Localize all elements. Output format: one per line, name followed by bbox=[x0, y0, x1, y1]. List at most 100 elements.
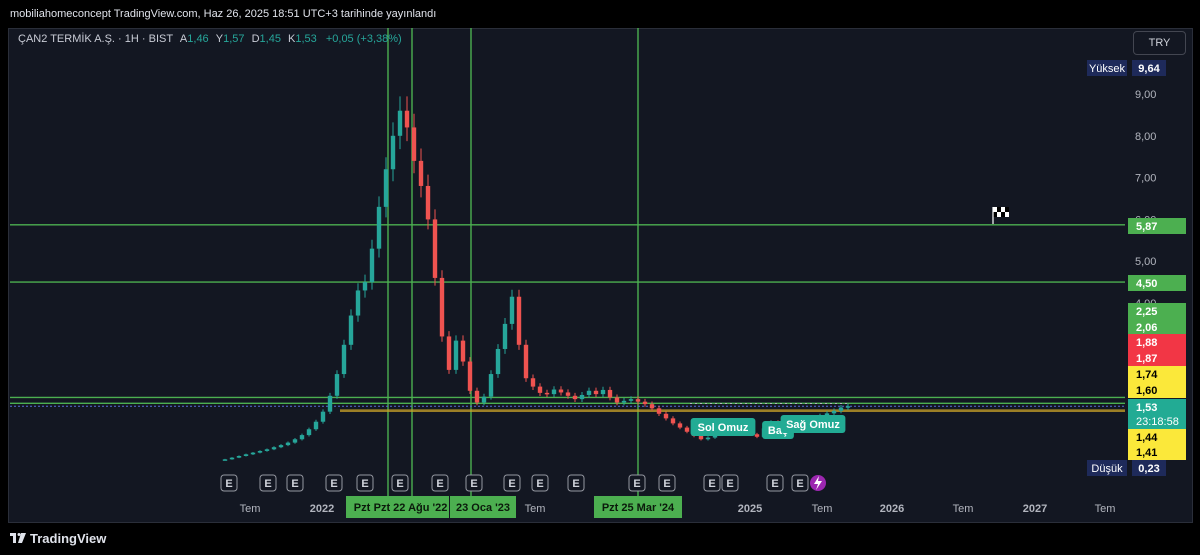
change-value: +0,05 (+3,38%) bbox=[325, 33, 402, 45]
candle-body bbox=[453, 340, 459, 370]
footer-bar: TradingView bbox=[0, 523, 1200, 555]
flag-check bbox=[1005, 207, 1009, 212]
flag-check bbox=[1001, 212, 1005, 217]
candle-body bbox=[229, 457, 235, 460]
flag-check bbox=[997, 207, 1001, 212]
candle-body bbox=[523, 344, 529, 379]
price-axis-value: 2,25 bbox=[1136, 306, 1157, 318]
candle-body bbox=[278, 445, 284, 448]
extreme-label: Düşük bbox=[1091, 463, 1123, 475]
candle-body bbox=[418, 160, 424, 186]
earnings-marker-label: E bbox=[225, 478, 232, 490]
candle-body bbox=[614, 397, 620, 403]
earnings-marker-label: E bbox=[508, 478, 515, 490]
price-axis-value: 5,87 bbox=[1136, 221, 1157, 233]
extreme-value: 9,64 bbox=[1138, 63, 1160, 75]
symbol-name: ÇAN2 TERMİK A.Ş. · 1H · BIST bbox=[18, 33, 173, 45]
candle-body bbox=[222, 459, 228, 461]
earnings-marker-label: E bbox=[572, 478, 579, 490]
candle-body bbox=[285, 442, 291, 446]
currency-button[interactable]: TRY bbox=[1133, 31, 1186, 55]
candle-body bbox=[383, 169, 389, 207]
candle-body bbox=[432, 219, 438, 278]
candle-body bbox=[670, 418, 676, 424]
candle-body bbox=[754, 434, 760, 437]
earnings-marker-label: E bbox=[633, 478, 640, 490]
price-axis-value: 1,60 bbox=[1136, 385, 1157, 397]
high-label: Y bbox=[215, 33, 224, 45]
time-tick-label: 2025 bbox=[738, 503, 762, 515]
candle-body bbox=[642, 401, 648, 405]
time-tick-label: Tem bbox=[812, 503, 833, 515]
close-value: 1,53 bbox=[295, 33, 317, 45]
price-tick-label: 7,00 bbox=[1135, 173, 1156, 185]
candle-body bbox=[607, 389, 613, 398]
earnings-marker-label: E bbox=[796, 478, 803, 490]
time-tick-label: Tem bbox=[525, 503, 546, 515]
candle-body bbox=[327, 395, 333, 412]
price-tick-label: 9,00 bbox=[1135, 89, 1156, 101]
candle-body bbox=[264, 449, 270, 451]
candle-body bbox=[306, 429, 312, 436]
candle-body bbox=[565, 392, 571, 396]
candle-body bbox=[551, 389, 557, 395]
candle-body bbox=[243, 454, 249, 456]
candle-body bbox=[474, 390, 480, 403]
price-chart[interactable]: 9,008,007,006,005,004,00Tem2022Tem2025Te… bbox=[0, 0, 1200, 555]
tradingview-logo[interactable]: TradingView bbox=[10, 531, 106, 546]
candle-body bbox=[320, 411, 326, 422]
candle-body bbox=[628, 399, 634, 401]
earnings-marker-label: E bbox=[396, 478, 403, 490]
candle-body bbox=[348, 315, 354, 345]
candle-body bbox=[544, 392, 550, 395]
high-value: 1,57 bbox=[223, 33, 245, 45]
candle-body bbox=[537, 386, 543, 393]
candle-body bbox=[656, 408, 662, 414]
candle-body bbox=[705, 437, 711, 440]
candle-body bbox=[845, 406, 851, 408]
time-tick-label: Tem bbox=[240, 503, 261, 515]
earnings-marker-label: E bbox=[330, 478, 337, 490]
time-tick-label: Tem bbox=[953, 503, 974, 515]
candle-body bbox=[446, 336, 452, 370]
candle-body bbox=[334, 374, 340, 396]
earnings-marker-label: E bbox=[771, 478, 778, 490]
candle-body bbox=[404, 110, 410, 128]
date-label: Pzt 25 Mar '24 bbox=[602, 502, 675, 514]
candle-body bbox=[313, 421, 319, 430]
candle-body bbox=[558, 389, 564, 393]
price-axis-value: 4,50 bbox=[1136, 278, 1157, 290]
candle-body bbox=[467, 361, 473, 391]
candle-body bbox=[488, 374, 494, 397]
extreme-label: Yüksek bbox=[1089, 63, 1126, 75]
candle-body bbox=[341, 344, 347, 375]
candle-body bbox=[509, 296, 515, 324]
date-label: 23 Oca '23 bbox=[456, 502, 510, 514]
candle-body bbox=[831, 410, 837, 414]
candle-body bbox=[481, 396, 487, 403]
earnings-marker-label: E bbox=[726, 478, 733, 490]
candle-body bbox=[299, 435, 305, 440]
candle-body bbox=[390, 135, 396, 170]
candle-body bbox=[698, 435, 704, 440]
price-axis-value: 1,87 bbox=[1136, 353, 1157, 365]
brand-name: TradingView bbox=[30, 531, 107, 546]
earnings-marker-label: E bbox=[663, 478, 670, 490]
price-axis-value: 1,53 bbox=[1136, 402, 1157, 414]
candle-body bbox=[663, 413, 669, 419]
candle-body bbox=[460, 340, 466, 362]
candle-body bbox=[586, 390, 592, 395]
date-label: Pzt bbox=[354, 502, 371, 514]
low-value: 1,45 bbox=[259, 33, 281, 45]
price-axis-value: 2,06 bbox=[1136, 322, 1157, 334]
candle-body bbox=[411, 127, 417, 161]
price-tick-label: 8,00 bbox=[1135, 131, 1156, 143]
candle-body bbox=[516, 296, 522, 345]
candle-body bbox=[593, 390, 599, 395]
price-axis-value: 1,44 bbox=[1136, 432, 1158, 444]
low-label: D bbox=[251, 33, 260, 45]
candle-body bbox=[621, 400, 627, 403]
price-axis-value: 1,74 bbox=[1136, 369, 1158, 381]
candle-body bbox=[271, 447, 277, 450]
candle-body bbox=[355, 290, 361, 316]
